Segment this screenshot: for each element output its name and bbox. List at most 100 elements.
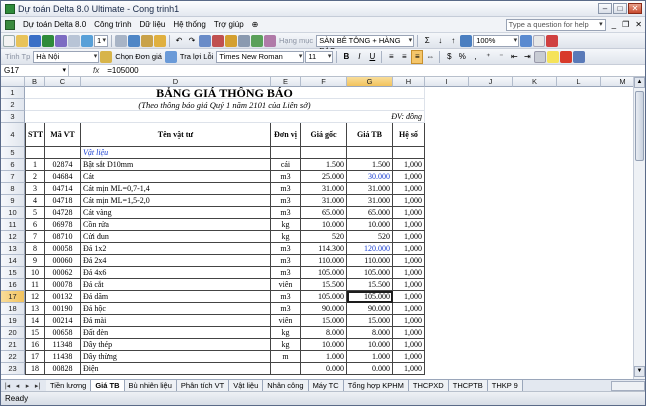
don-vi-cell[interactable]: m3 [271, 171, 301, 183]
don-vi-cell[interactable] [271, 363, 301, 375]
stt-cell[interactable]: 1 [25, 159, 45, 171]
col-header[interactable]: K [513, 77, 557, 87]
font-size-select[interactable]: 11 [305, 50, 334, 63]
he-so-cell[interactable]: 1,000 [393, 255, 425, 267]
col-header[interactable]: L [557, 77, 601, 87]
gia-tb-cell[interactable]: 105.000 [347, 267, 393, 279]
ma-vt-cell[interactable]: 00060 [45, 255, 81, 267]
gia-goc-cell[interactable]: 1.500 [301, 159, 347, 171]
scroll-down-arrow[interactable]: ▼ [634, 366, 645, 377]
he-so-cell[interactable]: 1,000 [393, 219, 425, 231]
scroll-up-arrow[interactable]: ▲ [634, 77, 645, 88]
gia-tb-cell[interactable]: 1.000 [347, 351, 393, 363]
don-vi-cell[interactable]: kg [271, 231, 301, 243]
row-header[interactable]: 16 [1, 279, 25, 291]
minimize-button[interactable]: – [598, 3, 612, 14]
tab-vat-lieu[interactable]: Vật liệu [229, 380, 264, 391]
cell[interactable] [347, 147, 393, 159]
stt-cell[interactable]: 7 [25, 231, 45, 243]
stt-cell[interactable]: 2 [25, 171, 45, 183]
don-vi-cell[interactable]: m3 [271, 207, 301, 219]
tab-phan-tich-vt[interactable]: Phân tích VT [176, 380, 230, 391]
font-select[interactable]: Times New Roman [216, 50, 305, 63]
don-vi-cell[interactable]: viên [271, 315, 301, 327]
ma-vt-cell[interactable]: 00658 [45, 327, 81, 339]
gia-goc-cell[interactable]: 15.500 [301, 279, 347, 291]
percent-button[interactable]: % [456, 51, 468, 63]
format-painter-icon[interactable] [154, 34, 166, 47]
he-so-cell[interactable]: 1,000 [393, 291, 425, 303]
ma-vt-cell[interactable]: 00828 [45, 363, 81, 375]
bold-button[interactable]: B [340, 51, 352, 63]
stt-cell[interactable]: 3 [25, 183, 45, 195]
don-vi-cell[interactable]: m3 [271, 195, 301, 207]
don-vi-cell[interactable]: m3 [271, 243, 301, 255]
row-header[interactable]: 20 [1, 327, 25, 339]
he-so-cell[interactable]: 1,000 [393, 279, 425, 291]
indent-icon[interactable]: ⇤ [508, 51, 520, 63]
don-vi-cell[interactable]: m3 [271, 291, 301, 303]
name-box[interactable]: G17 [1, 65, 69, 76]
underline-button[interactable]: U [366, 51, 378, 63]
ten-vat-tu-cell[interactable]: Đá 4x6 [81, 267, 271, 279]
don-vi-cell[interactable]: m3 [271, 183, 301, 195]
maximize-button[interactable]: □ [613, 3, 627, 14]
gia-tb-cell[interactable]: 10.000 [347, 219, 393, 231]
he-so-cell[interactable]: 1,000 [393, 159, 425, 171]
col-header[interactable]: C [45, 77, 81, 87]
he-so-cell[interactable]: 1,000 [393, 267, 425, 279]
ma-vt-cell[interactable]: 08710 [45, 231, 81, 243]
tab-first-button[interactable]: |◂ [3, 382, 12, 390]
gia-goc-cell[interactable]: 25.000 [301, 171, 347, 183]
stt-cell[interactable]: 11 [25, 279, 45, 291]
workbook-minimize-button[interactable]: _ [612, 20, 616, 29]
stt-cell[interactable]: 17 [25, 351, 45, 363]
sort-asc-icon[interactable]: ↓ [434, 35, 446, 47]
he-so-cell[interactable]: 1,000 [393, 339, 425, 351]
gia-goc-cell[interactable]: 520 [301, 231, 347, 243]
row-header[interactable]: 19 [1, 315, 25, 327]
ten-vat-tu-cell[interactable]: Đá hộc [81, 303, 271, 315]
col-header[interactable]: D [81, 77, 271, 87]
header-he-so[interactable]: Hệ số [393, 123, 425, 147]
ma-vt-cell[interactable]: 00190 [45, 303, 81, 315]
menu-cong-trinh[interactable]: Công trình [90, 20, 135, 29]
col-header[interactable]: I [425, 77, 469, 87]
row-header[interactable]: 7 [1, 171, 25, 183]
print-preview-icon[interactable] [55, 34, 67, 47]
price-icon[interactable] [100, 50, 113, 63]
stt-cell[interactable]: 4 [25, 195, 45, 207]
province-select[interactable]: Hà Nội [33, 50, 100, 63]
gia-goc-cell[interactable]: 8.000 [301, 327, 347, 339]
row-header[interactable]: 3 [1, 111, 25, 123]
gia-goc-cell[interactable]: 10.000 [301, 219, 347, 231]
row-header[interactable]: 1 [1, 87, 25, 99]
gia-goc-cell[interactable]: 105.000 [301, 291, 347, 303]
col-header[interactable]: E [271, 77, 301, 87]
ten-vat-tu-cell[interactable]: Đá mài [81, 315, 271, 327]
vertical-scrollbar[interactable]: ▲ ▼ [633, 77, 645, 379]
row-header[interactable]: 15 [1, 267, 25, 279]
row-header[interactable]: 17 [1, 291, 25, 303]
gia-tb-cell[interactable]: 31.000 [347, 195, 393, 207]
don-vi-cell[interactable]: kg [271, 339, 301, 351]
help-search-input[interactable]: Type a question for help [505, 18, 606, 31]
don-vi-cell[interactable]: kg [271, 327, 301, 339]
he-so-cell[interactable]: 1,000 [393, 207, 425, 219]
col-header[interactable]: H [393, 77, 425, 87]
select-all-corner[interactable] [1, 77, 25, 87]
cell[interactable] [45, 147, 81, 159]
he-so-cell[interactable]: 1,000 [393, 231, 425, 243]
don-vi-cell[interactable]: viên [271, 279, 301, 291]
increase-decimal-icon[interactable]: ⁺ [482, 51, 494, 63]
stt-cell[interactable]: 5 [25, 207, 45, 219]
he-so-cell[interactable]: 1,000 [393, 243, 425, 255]
ten-vat-tu-cell[interactable]: Đất đèn [81, 327, 271, 339]
ma-vt-cell[interactable]: 00078 [45, 279, 81, 291]
comma-button[interactable]: , [469, 51, 481, 63]
he-so-cell[interactable]: 1,000 [393, 351, 425, 363]
zoom-select[interactable]: 100% [473, 34, 520, 47]
ten-vat-tu-cell[interactable]: Dây thép [81, 339, 271, 351]
align-left-icon[interactable]: ≡ [385, 51, 397, 63]
chart-wizard-icon[interactable] [460, 34, 473, 47]
